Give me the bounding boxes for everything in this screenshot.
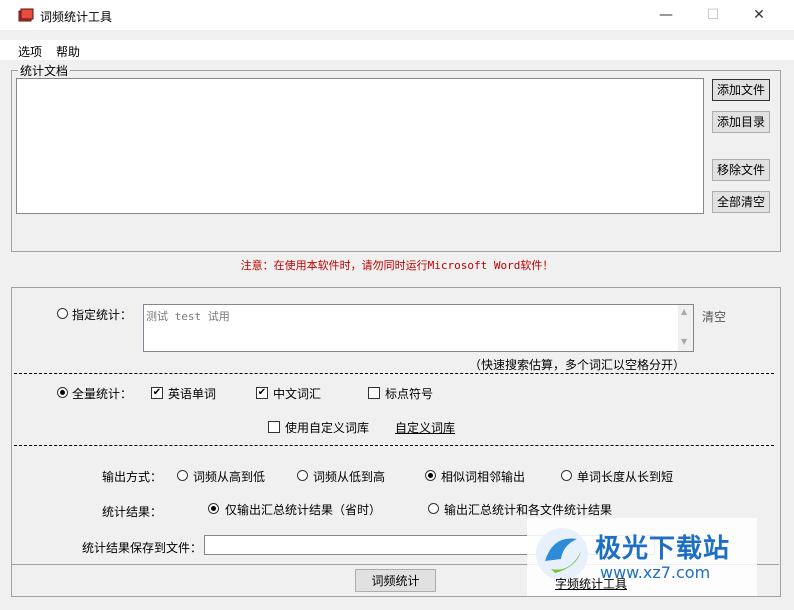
specified-stats-radio[interactable] bbox=[57, 308, 68, 319]
custom-dict-link[interactable]: 自定义词库 bbox=[395, 419, 455, 436]
result-type-label: 统计结果： bbox=[102, 505, 163, 519]
chinese-words-label: 中文词汇 bbox=[273, 387, 322, 401]
divider bbox=[14, 445, 774, 446]
app-book-icon bbox=[18, 8, 34, 22]
add-directory-button[interactable]: 添加目录 bbox=[712, 111, 770, 133]
run-word-frequency-button[interactable]: 词频统计 bbox=[355, 569, 436, 592]
summary-and-files-label: 输出汇总统计和各文件统计结果 bbox=[444, 503, 613, 517]
remove-file-button[interactable]: 移除文件 bbox=[712, 159, 770, 181]
chinese-words-checkbox[interactable]: ✔ bbox=[256, 387, 268, 399]
custom-dict-checkbox[interactable] bbox=[268, 421, 280, 433]
english-words-checkbox[interactable]: ✔ bbox=[151, 387, 163, 399]
watermark-site-name: 极光下载站 bbox=[595, 534, 731, 564]
full-stats-radio[interactable] bbox=[57, 387, 68, 398]
divider bbox=[14, 373, 774, 374]
menu-options[interactable]: 选项 bbox=[18, 43, 42, 60]
mode-high-to-low-label: 词频从高到低 bbox=[193, 470, 266, 484]
summary-and-files-radio[interactable] bbox=[428, 503, 439, 514]
documents-group-label: 统计文档 bbox=[18, 62, 71, 79]
specified-hint: （快速搜索估算，多个词汇以空格分开） bbox=[469, 358, 686, 372]
window-title: 词频统计工具 bbox=[40, 10, 113, 24]
minimize-button[interactable]: — bbox=[656, 6, 676, 24]
add-file-button[interactable]: 添加文件 bbox=[712, 79, 770, 101]
warning-notice: 注意：在使用本软件时，请勿同时运行Microsoft Word软件！ bbox=[240, 259, 554, 272]
scroll-up-icon[interactable]: ▲ bbox=[681, 307, 687, 316]
punctuation-checkbox[interactable] bbox=[368, 387, 380, 399]
summary-only-radio[interactable] bbox=[208, 503, 219, 514]
summary-only-label: 仅输出汇总统计结果（省时） bbox=[225, 503, 382, 517]
specified-terms-text: 测试 test 试用 bbox=[146, 310, 230, 323]
english-words-label: 英语单词 bbox=[168, 387, 217, 401]
mode-length-radio[interactable] bbox=[561, 470, 572, 481]
mode-similar-adjacent-label: 相似词相邻输出 bbox=[441, 470, 526, 484]
menu-bar bbox=[0, 40, 794, 60]
output-mode-label: 输出方式： bbox=[102, 470, 163, 484]
full-stats-label: 全量统计： bbox=[72, 387, 133, 401]
clear-all-button[interactable]: 全部清空 bbox=[712, 191, 770, 213]
mode-length-label: 单词长度从长到短 bbox=[577, 470, 674, 484]
save-to-file-label: 统计结果保存到文件： bbox=[82, 541, 203, 555]
custom-dict-label: 使用自定义词库 bbox=[285, 421, 370, 435]
file-list[interactable] bbox=[16, 78, 704, 214]
char-frequency-tool-link[interactable]: 字频统计工具 bbox=[555, 575, 627, 592]
maximize-button[interactable]: ☐ bbox=[703, 6, 723, 24]
mode-similar-adjacent-radio[interactable] bbox=[425, 470, 436, 481]
close-button[interactable]: ✕ bbox=[749, 6, 769, 24]
mode-high-to-low-radio[interactable] bbox=[177, 470, 188, 481]
clear-terms-link[interactable]: 清空 bbox=[702, 308, 726, 325]
menu-help[interactable]: 帮助 bbox=[56, 43, 80, 60]
mode-low-to-high-radio[interactable] bbox=[297, 470, 308, 481]
punctuation-label: 标点符号 bbox=[385, 387, 434, 401]
specified-stats-label: 指定统计： bbox=[72, 308, 133, 322]
terms-scrollbar[interactable]: ▲ ▼ bbox=[678, 305, 693, 351]
mode-low-to-high-label: 词频从低到高 bbox=[313, 470, 386, 484]
scroll-down-icon[interactable]: ▼ bbox=[681, 337, 687, 346]
